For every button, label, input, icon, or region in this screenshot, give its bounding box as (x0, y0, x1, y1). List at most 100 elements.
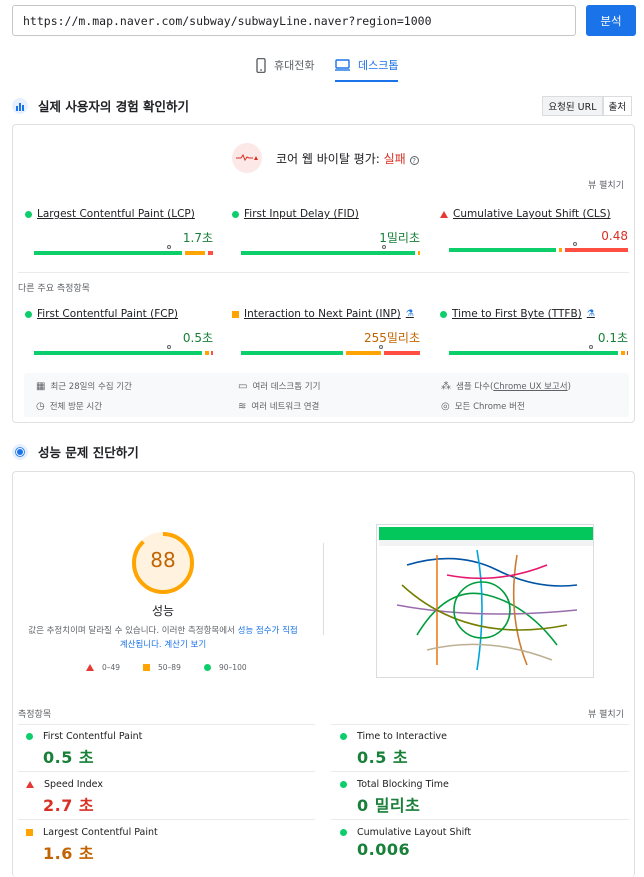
average-icon (26, 829, 33, 836)
poor-icon (26, 781, 34, 788)
legend-average: 50–89 (143, 663, 181, 672)
analyze-button[interactable]: 분석 (586, 5, 636, 36)
divider (18, 819, 315, 820)
lab-metric-tti: Time to Interactive 0.5 초 (340, 731, 620, 768)
p75-marker (573, 242, 577, 246)
metric-value: 0.1초 (597, 331, 628, 345)
divider (18, 272, 629, 273)
metric-name: Largest Contentful Paint (LCP) (37, 208, 195, 220)
lab-metric-si: Speed Index 2.7 초 (26, 779, 306, 816)
metric-value: 1.7초 (182, 231, 213, 245)
divider (18, 724, 315, 725)
good-icon (232, 210, 239, 218)
info-network: ≋ 여러 네트워크 연결 (238, 400, 319, 413)
help-icon[interactable]: ? (409, 155, 419, 165)
divider (331, 771, 629, 772)
metric-name: First Input Delay (FID) (244, 208, 359, 220)
origin-toggle: 요청된 URL 출처 (542, 96, 632, 116)
metric-fid[interactable]: First Input Delay (FID) 1밀리초 (232, 208, 421, 255)
tab-desktop[interactable]: 데스크톱 (335, 52, 399, 82)
desktop-icon (335, 59, 350, 71)
p75-marker (382, 245, 386, 249)
average-icon (232, 310, 239, 318)
metric-value: 0.5초 (182, 331, 213, 345)
good-icon (340, 733, 347, 740)
metric-inp[interactable]: Interaction to Next Paint (INP) ⚗ 255밀리초 (232, 308, 421, 355)
distribution-bar (241, 245, 421, 255)
lab-metric-name: First Contentful Paint (43, 731, 143, 742)
metrics-label: 측정항목 (18, 710, 52, 720)
good-icon (340, 781, 347, 788)
p75-marker (167, 345, 171, 349)
lab-metric-name: Largest Contentful Paint (43, 827, 158, 838)
performance-description: 값은 추정치이며 달라질 수 있습니다. 이러한 측정항목에서 성능 점수가 직… (28, 624, 298, 652)
lab-metric-value: 0.5 초 (357, 748, 409, 767)
good-icon (204, 664, 211, 671)
poor-icon (86, 664, 94, 671)
lab-metric-value: 1.6 초 (43, 844, 95, 863)
tab-mobile[interactable]: 휴대전화 (256, 52, 314, 78)
metric-value: 1밀리초 (379, 231, 420, 245)
metric-cls[interactable]: Cumulative Layout Shift (CLS) 0.48 (440, 208, 629, 252)
people-chart-icon (12, 97, 28, 114)
phone-icon (256, 57, 266, 73)
lab-metric-value: 0.5 초 (43, 748, 95, 767)
chrome-ux-report-link[interactable]: Chrome UX 보고서 (493, 382, 567, 392)
performance-label: 성능 (151, 604, 175, 618)
info-devices-text: 여러 데스크톱 기기 (252, 382, 321, 392)
device-tabs: 휴대전화 데스크톱 (0, 52, 644, 82)
tab-desktop-label: 데스크톱 (358, 59, 399, 72)
url-input-value: https://m.map.naver.com/subway/subwayLin… (23, 13, 432, 28)
info-duration-text: 전체 방문 시간 (49, 402, 103, 412)
metric-name: Cumulative Layout Shift (CLS) (453, 208, 611, 220)
average-icon (143, 664, 150, 671)
lab-metric-cls: Cumulative Layout Shift 0.006 (340, 827, 620, 859)
p75-marker (167, 245, 171, 249)
performance-score: 88 (150, 548, 176, 572)
calculator-link[interactable]: 계산기 보기 (164, 640, 206, 650)
experimental-flask-icon: ⚗ (586, 309, 595, 319)
url-input[interactable]: https://m.map.naver.com/subway/subwayLin… (12, 5, 576, 36)
crux-expand-button[interactable]: 뷰 펼치기 (588, 178, 624, 191)
lab-metric-name: Speed Index (44, 779, 103, 790)
legend-good-text: 90–100 (219, 663, 247, 672)
lab-title: 성능 문제 진단하기 (38, 445, 139, 460)
cwv-fail-icon (232, 143, 262, 173)
metric-ttfb[interactable]: Time to First Byte (TTFB) ⚗ 0.1초 (440, 308, 629, 355)
page-screenshot (376, 524, 594, 678)
info-samples-end: ) (567, 382, 571, 392)
divider (18, 771, 315, 772)
distribution-bar (449, 242, 629, 252)
crux-title: 실제 사용자의 경험 확인하기 (38, 99, 190, 114)
lab-metric-fcp: First Contentful Paint 0.5 초 (26, 731, 306, 768)
info-samples-text: 샘플 다수( (456, 382, 494, 392)
metric-fcp[interactable]: First Contentful Paint (FCP) 0.5초 (25, 308, 213, 355)
good-icon (340, 829, 347, 836)
toggle-origin[interactable]: 출처 (602, 96, 632, 116)
good-icon (26, 733, 33, 740)
lab-metric-tbt: Total Blocking Time 0 밀리초 (340, 779, 620, 816)
lab-metric-name: Time to Interactive (357, 731, 447, 742)
lab-metric-name: Cumulative Layout Shift (357, 827, 472, 838)
good-icon (25, 210, 32, 218)
poor-icon (440, 210, 448, 218)
metric-lcp[interactable]: Largest Contentful Paint (LCP) 1.7초 (25, 208, 213, 255)
wifi-icon: ≋ (238, 400, 247, 412)
distribution-bar (34, 345, 213, 355)
cwv-assessment: 코어 웹 바이탈 평가: 실패 ? (232, 143, 419, 173)
toggle-requested-url[interactable]: 요청된 URL (542, 96, 603, 116)
metric-name: Interaction to Next Paint (INP) (244, 308, 401, 320)
good-icon (440, 310, 447, 318)
experimental-flask-icon: ⚗ (405, 309, 414, 319)
lab-metric-lcp: Largest Contentful Paint 1.6 초 (26, 827, 306, 864)
legend-poor-text: 0–49 (102, 663, 121, 672)
tab-mobile-label: 휴대전화 (274, 59, 315, 72)
lab-expand-button[interactable]: 뷰 펼치기 (588, 707, 624, 720)
metric-name: Time to First Byte (TTFB) (452, 308, 582, 320)
distribution-bar (34, 245, 213, 255)
info-duration: ◷ 전체 방문 시간 (36, 400, 103, 413)
cwv-result: 실패 (383, 151, 406, 166)
info-versions: ◎ 모든 Chrome 버전 (441, 400, 525, 413)
info-collection: ▦ 최근 28일의 수집 기간 (36, 380, 132, 393)
lab-metric-value: 0 밀리초 (357, 796, 421, 815)
